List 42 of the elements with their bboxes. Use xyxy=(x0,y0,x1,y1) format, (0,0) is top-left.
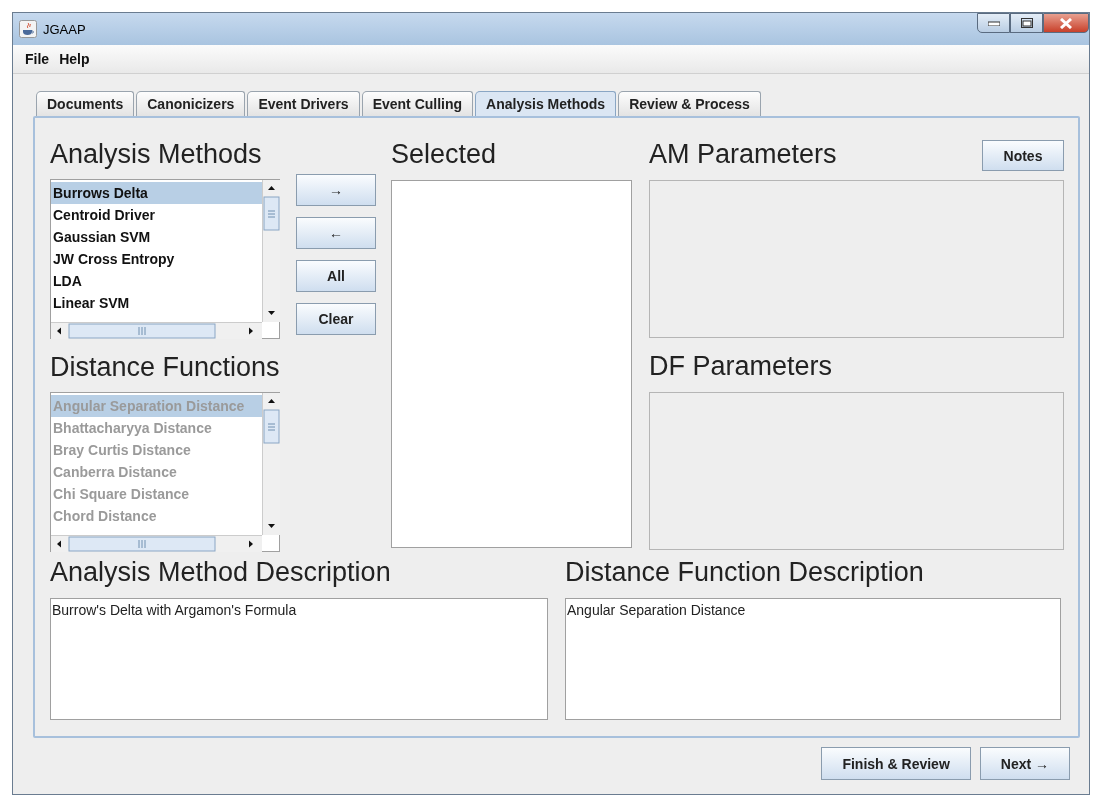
tab[interactable]: Event Drivers xyxy=(247,91,360,116)
close-button[interactable] xyxy=(1043,13,1089,33)
tab[interactable]: Canonicizers xyxy=(136,91,246,116)
list-item[interactable]: LDA xyxy=(51,270,262,293)
horizontal-scrollbar[interactable] xyxy=(51,322,262,340)
list-action-button[interactable]: All xyxy=(296,260,376,292)
list-item[interactable]: JW Cross Entropy xyxy=(51,248,262,271)
section-heading: Selected xyxy=(391,138,498,171)
section-heading: Distance Function Description xyxy=(565,556,925,589)
window-title: JGAAP xyxy=(43,21,86,37)
footer-button[interactable]: Next → xyxy=(979,747,1070,780)
tab[interactable]: Review & Process xyxy=(618,91,761,116)
selected-list[interactable] xyxy=(391,180,632,548)
list-action-button[interactable]: ← xyxy=(296,217,376,249)
maximize-icon xyxy=(1020,18,1033,28)
tab[interactable]: Documents xyxy=(36,91,135,116)
list-action-button[interactable]: → xyxy=(296,174,376,206)
list-item[interactable]: Linear SVM xyxy=(51,292,262,315)
list-item[interactable]: Centroid Driver xyxy=(51,204,262,227)
notes-button[interactable]: Notes xyxy=(982,140,1064,171)
description-text-area[interactable]: Burrow's Delta with Argamon's Formula xyxy=(50,598,548,720)
list-box[interactable]: Burrows Delta Centroid Driver Gaussian SVM JW Cross Entropy LDA Linear SVM xyxy=(50,179,280,340)
minimize-button[interactable] xyxy=(977,13,1010,33)
minimize-icon xyxy=(987,20,1000,26)
vertical-scrollbar[interactable] xyxy=(262,180,280,323)
section-heading: Distance Functions xyxy=(50,350,280,384)
list-item[interactable]: Burrows Delta xyxy=(51,182,262,205)
section-heading: AM Parameters xyxy=(649,138,837,171)
maximize-button[interactable] xyxy=(1010,13,1043,33)
tab[interactable]: Analysis Methods xyxy=(475,91,617,116)
footer-button[interactable]: Finish & Review xyxy=(821,747,971,780)
tab[interactable]: Event Culling xyxy=(361,91,474,116)
section-heading: Analysis Methods xyxy=(50,138,263,171)
list-item[interactable]: Gaussian SVM xyxy=(51,226,262,249)
list-action-button[interactable]: Clear xyxy=(296,303,376,335)
menu-item[interactable]: File xyxy=(25,51,50,67)
menu-item[interactable]: Help xyxy=(59,51,90,67)
section-heading: DF Parameters xyxy=(649,350,834,383)
java-icon xyxy=(19,20,37,38)
section-heading: Analysis Method Description xyxy=(50,556,392,589)
description-text-area[interactable]: Angular Separation Distance xyxy=(565,598,1061,720)
close-icon xyxy=(1059,17,1073,29)
